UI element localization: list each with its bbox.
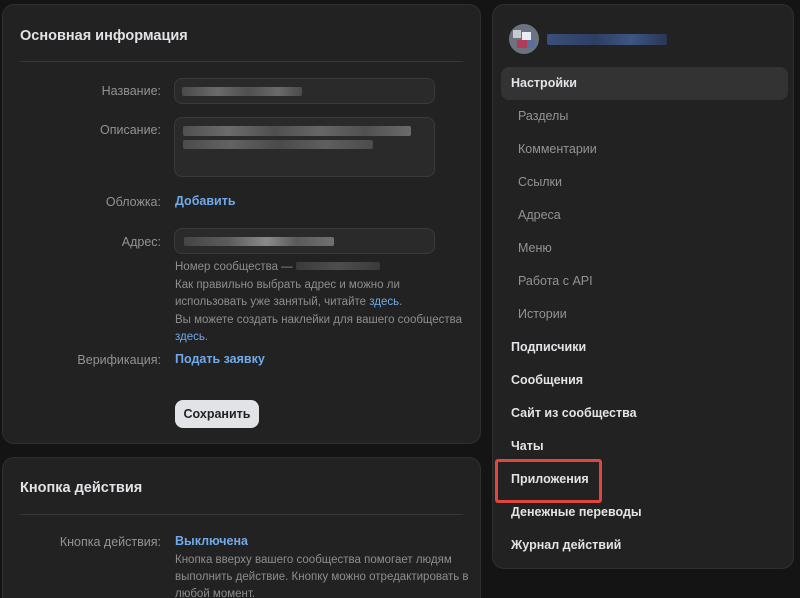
blurred-community-name xyxy=(547,34,667,45)
address-hint-line: использовать уже занятый, читайте xyxy=(175,296,367,308)
nav-item-8[interactable]: Подписчики xyxy=(501,331,788,364)
address-help-link[interactable]: здесь xyxy=(369,296,399,308)
nav-item-3[interactable]: Ссылки xyxy=(501,166,788,199)
action-hint-line: любой момент. xyxy=(175,588,256,598)
nav-item-0[interactable]: Настройки xyxy=(501,67,788,100)
community-number-hint: Номер сообщества — xyxy=(175,259,380,276)
action-button-title: Кнопка действия xyxy=(20,480,143,496)
nav-item-13[interactable]: Денежные переводы xyxy=(501,496,788,529)
blurred-community-number xyxy=(295,262,380,270)
address-input[interactable] xyxy=(174,228,435,254)
add-cover-link[interactable]: Добавить xyxy=(175,194,236,208)
settings-nav-list: Настройки Разделы Комментарии Ссылки Адреса М… xyxy=(501,67,788,562)
address-label: Адрес: xyxy=(121,235,161,249)
verification-request-link[interactable]: Подать заявку xyxy=(175,352,265,366)
sticker-link[interactable]: здесь xyxy=(175,331,205,343)
action-hint-line: выполнить действие. Кнопку можно отредак… xyxy=(175,571,469,583)
community-header[interactable] xyxy=(509,24,669,54)
nav-item-10[interactable]: Сайт из сообщества xyxy=(501,397,788,430)
community-avatar xyxy=(509,24,539,54)
action-button-hint: Кнопка вверху вашего сообщества помогает… xyxy=(175,552,469,598)
nav-item-7[interactable]: Истории xyxy=(501,298,788,331)
address-hint-line: Как правильно выбрать адрес и можно ли xyxy=(175,279,400,291)
sticker-hint: Вы можете создать наклейки для вашего со… xyxy=(175,314,463,343)
action-button-label: Кнопка действия: xyxy=(59,535,161,549)
name-input[interactable] xyxy=(174,78,435,104)
settings-nav-card: Настройки Разделы Комментарии Ссылки Адреса М… xyxy=(492,4,794,569)
description-input[interactable] xyxy=(174,117,435,177)
action-button-card: Кнопка действия Кнопка действия: Выключе… xyxy=(2,457,481,598)
name-label: Название: xyxy=(101,84,161,98)
save-button[interactable]: Сохранить xyxy=(175,400,259,428)
nav-item-11[interactable]: Чаты xyxy=(501,430,788,463)
community-number-prefix: Номер сообщества — xyxy=(175,261,293,273)
divider xyxy=(20,61,463,62)
nav-item-5[interactable]: Меню xyxy=(501,232,788,265)
community-settings-page: Основная информация Название: Описание: … xyxy=(0,0,800,598)
blurred-description-line xyxy=(183,140,373,149)
verification-label: Верификация: xyxy=(77,353,161,367)
action-button-toggle-link[interactable]: Выключена xyxy=(175,534,248,548)
nav-item-12[interactable]: Приложения xyxy=(501,463,788,496)
action-hint-line: Кнопка вверху вашего сообщества помогает… xyxy=(175,554,452,566)
nav-item-1[interactable]: Разделы xyxy=(501,100,788,133)
main-info-title: Основная информация xyxy=(20,28,188,44)
main-info-card: Основная информация Название: Описание: … xyxy=(2,4,481,444)
description-label: Описание: xyxy=(100,123,161,137)
address-hint: Как правильно выбрать адрес и можно ли и… xyxy=(175,279,403,308)
cover-label: Обложка: xyxy=(105,195,161,209)
nav-item-4[interactable]: Адреса xyxy=(501,199,788,232)
nav-item-14[interactable]: Журнал действий xyxy=(501,529,788,562)
divider xyxy=(20,514,463,515)
nav-item-2[interactable]: Комментарии xyxy=(501,133,788,166)
sticker-hint-line: Вы можете создать наклейки для вашего со… xyxy=(175,314,463,326)
nav-item-9[interactable]: Сообщения xyxy=(501,364,788,397)
blurred-address xyxy=(184,237,334,246)
blurred-description-line xyxy=(183,126,411,136)
nav-item-6[interactable]: Работа с API xyxy=(501,265,788,298)
blurred-name xyxy=(182,87,302,96)
